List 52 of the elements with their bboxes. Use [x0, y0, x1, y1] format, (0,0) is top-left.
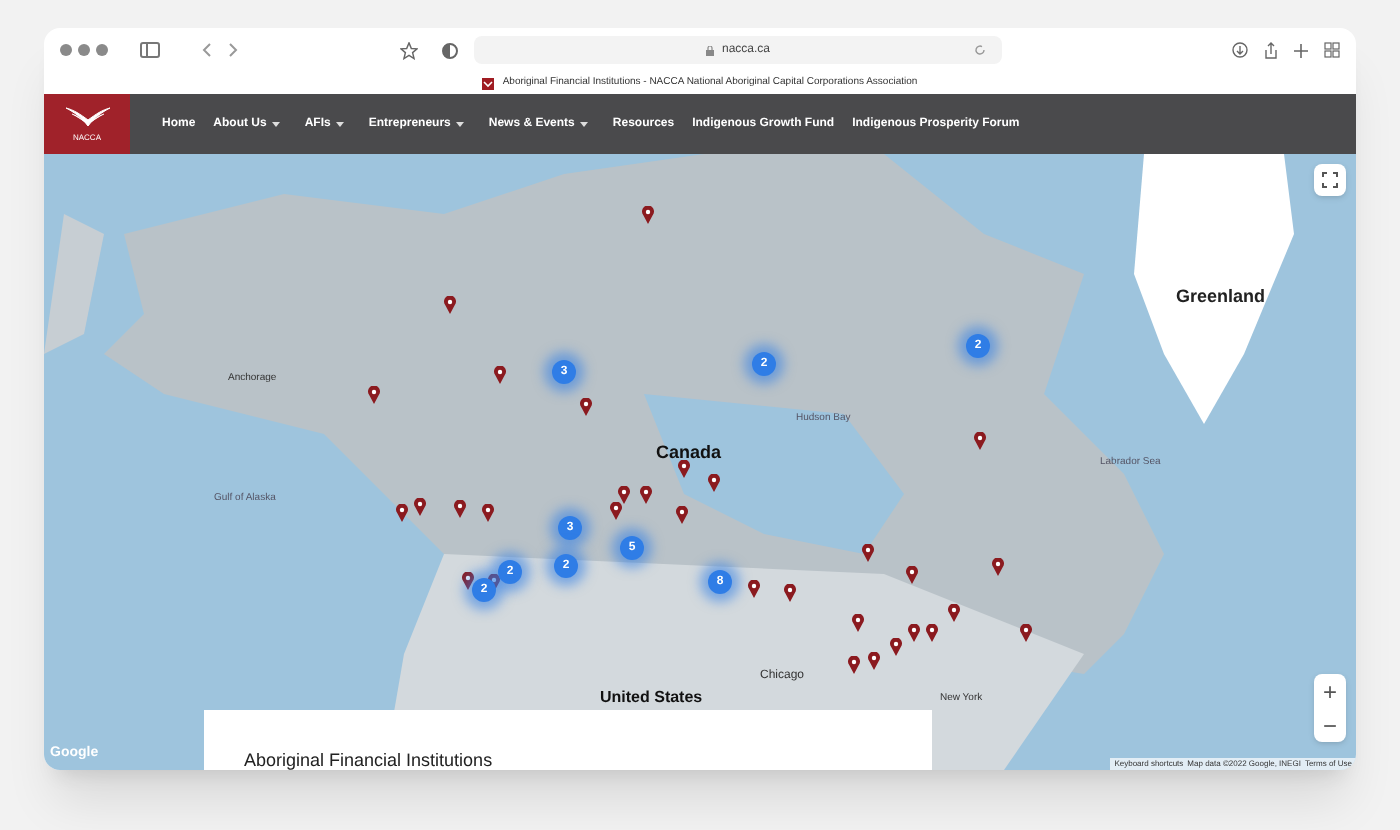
- map-pin-icon[interactable]: [444, 296, 456, 314]
- zoom-in-button[interactable]: +: [1314, 674, 1346, 708]
- map-pin-icon[interactable]: [676, 506, 688, 524]
- map-pin-icon[interactable]: [862, 544, 874, 562]
- forward-icon[interactable]: [228, 42, 240, 58]
- map-pin-icon[interactable]: [642, 206, 654, 224]
- map-pin-icon[interactable]: [784, 584, 796, 602]
- window-controls-icon[interactable]: [60, 44, 108, 56]
- map-pin-icon[interactable]: [992, 558, 1004, 576]
- map-pin-icon[interactable]: [906, 566, 918, 584]
- map-pin-icon[interactable]: [974, 432, 986, 450]
- map-pin-icon[interactable]: [1020, 624, 1032, 642]
- map-label: United States: [600, 690, 703, 706]
- map-pin-icon[interactable]: [494, 366, 506, 384]
- map-label: Greenland: [1176, 288, 1266, 306]
- map-pin-icon[interactable]: [368, 386, 380, 404]
- map-label: Canada: [656, 444, 722, 462]
- card-title: Aboriginal Financial Institutions: [244, 750, 493, 770]
- map-pin-icon[interactable]: [618, 486, 630, 504]
- map-pin-icon[interactable]: [868, 652, 880, 670]
- map-pin-icon[interactable]: [678, 460, 690, 478]
- lock-icon: [705, 45, 714, 55]
- map-pin-icon[interactable]: [462, 572, 474, 590]
- star-icon[interactable]: [400, 41, 418, 59]
- map-pin-icon[interactable]: [890, 638, 902, 656]
- new-tab-icon[interactable]: [1294, 43, 1308, 57]
- eagle-icon: [65, 104, 109, 128]
- map-pin-icon[interactable]: [640, 486, 652, 504]
- map-pin-icon[interactable]: [414, 498, 426, 516]
- map-pin-icon[interactable]: [848, 656, 860, 674]
- map-pin-icon[interactable]: [748, 580, 760, 598]
- map-pin-icon[interactable]: [908, 624, 920, 642]
- fullscreen-icon: [1322, 172, 1338, 188]
- map-pin-icon[interactable]: [454, 500, 466, 518]
- shield-icon[interactable]: [442, 41, 458, 59]
- zoom-out-button[interactable]: −: [1314, 708, 1346, 742]
- download-icon[interactable]: [1232, 42, 1248, 58]
- map-pin-icon[interactable]: [948, 604, 960, 622]
- sidebar-icon[interactable]: [140, 42, 160, 58]
- back-icon[interactable]: [200, 42, 212, 58]
- map-pin-icon[interactable]: [610, 502, 622, 520]
- favicon-icon: [482, 77, 495, 89]
- share-icon[interactable]: [1264, 41, 1278, 59]
- map-pin-icon[interactable]: [708, 474, 720, 492]
- map-pin-icon[interactable]: [396, 504, 408, 522]
- map-pin-icon[interactable]: [580, 398, 592, 416]
- map-pin-icon[interactable]: [482, 504, 494, 522]
- map-pin-icon[interactable]: [926, 624, 938, 642]
- tab-overview-icon[interactable]: [1324, 42, 1340, 58]
- map-pin-icon[interactable]: [852, 614, 864, 632]
- reload-icon[interactable]: [974, 44, 986, 56]
- fullscreen-button[interactable]: [1314, 164, 1346, 196]
